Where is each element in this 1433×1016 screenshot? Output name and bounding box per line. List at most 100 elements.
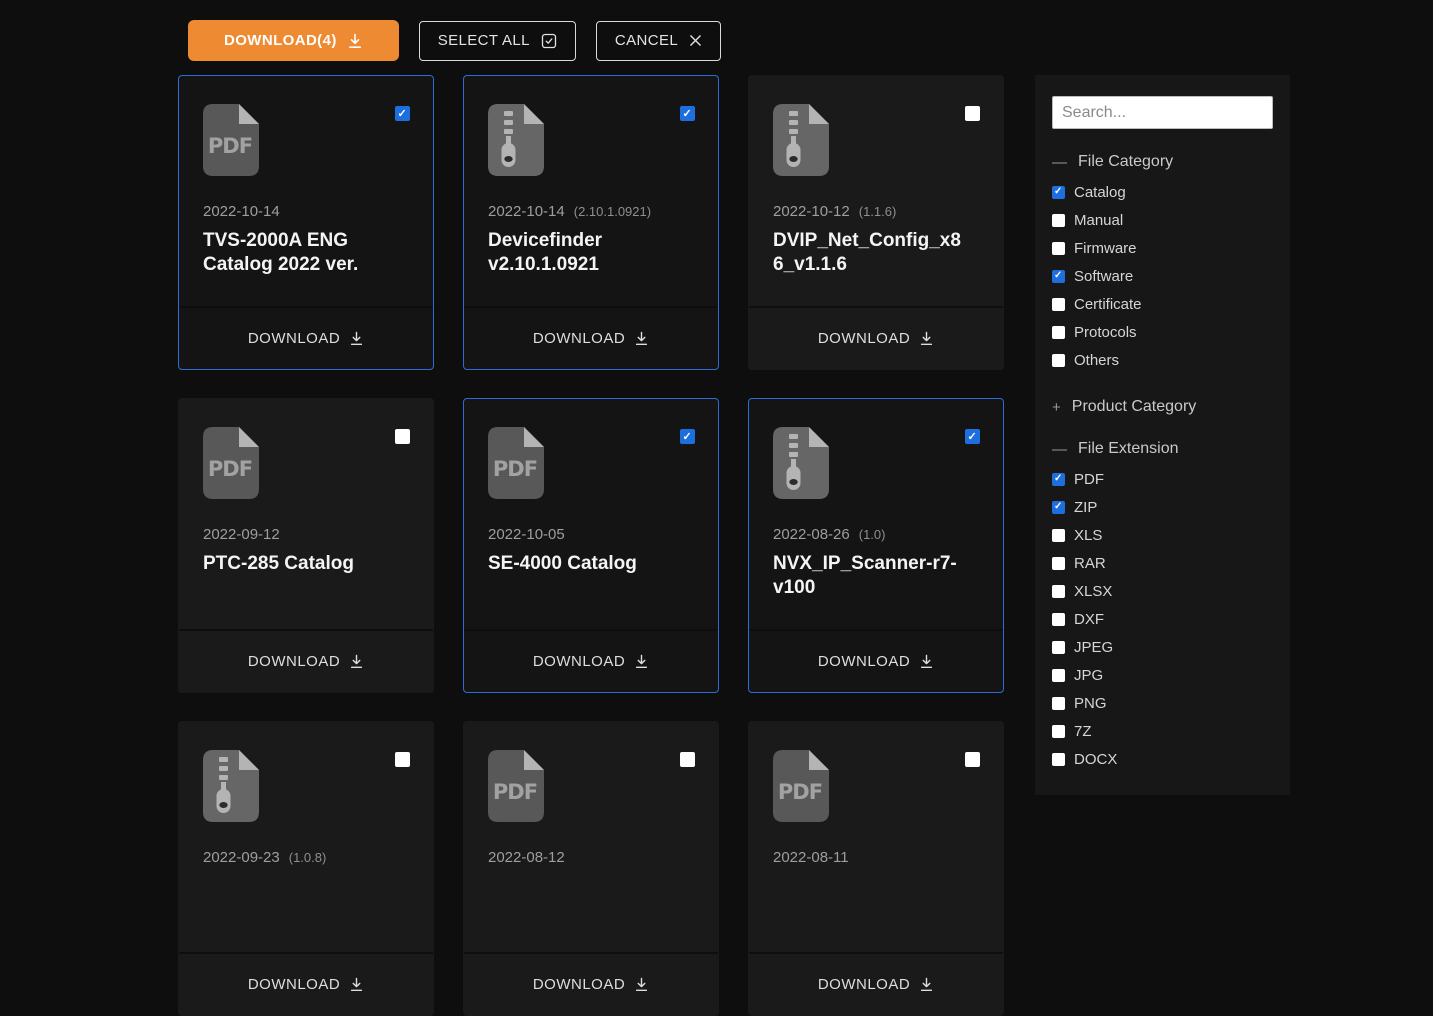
card-select-checkbox[interactable] <box>395 429 410 444</box>
filter-option[interactable]: Manual <box>1052 206 1273 234</box>
filter-option[interactable]: XLSX <box>1052 577 1273 605</box>
filter-checkbox[interactable] <box>1052 270 1065 283</box>
filter-option[interactable]: Others <box>1052 346 1273 374</box>
file-card: PDF 2022-09-12 <box>178 398 434 693</box>
file-date: 2022-10-12 <box>773 203 850 220</box>
filter-checkbox[interactable] <box>1052 557 1065 570</box>
card-download-button[interactable]: DOWNLOAD <box>749 629 1003 692</box>
download-icon <box>919 977 934 992</box>
card-download-button[interactable]: DOWNLOAD <box>464 306 718 369</box>
file-date: 2022-09-12 <box>203 526 280 543</box>
card-select-checkbox[interactable] <box>680 429 695 444</box>
file-date: 2022-08-26 <box>773 526 850 543</box>
file-card: PDF 2022-10-14 ( <box>463 75 719 370</box>
filter-option[interactable]: JPG <box>1052 661 1273 689</box>
card-select-checkbox[interactable] <box>395 752 410 767</box>
card-download-label: DOWNLOAD <box>818 976 910 993</box>
file-extension-header[interactable]: — File Extension <box>1052 440 1273 458</box>
filter-checkbox[interactable] <box>1052 585 1065 598</box>
download-selected-label: DOWNLOAD(4) <box>224 32 337 49</box>
filter-option[interactable]: Protocols <box>1052 318 1273 346</box>
filter-option[interactable]: DXF <box>1052 605 1273 633</box>
svg-text:PDF: PDF <box>208 457 252 481</box>
filter-sidebar: — File Category Catalog Manual Firmware <box>1035 75 1290 795</box>
file-card-body[interactable]: PDF 2022-10-14 ( <box>464 76 718 306</box>
file-card-body[interactable]: PDF 2022-10-12 ( <box>749 76 1003 306</box>
download-icon <box>634 331 649 346</box>
search-input[interactable] <box>1052 96 1273 129</box>
filter-checkbox[interactable] <box>1052 501 1065 514</box>
file-type-icon: PDF <box>203 750 259 822</box>
card-download-button[interactable]: DOWNLOAD <box>179 952 433 1015</box>
file-extension-section: — File Extension PDF ZIP XLS <box>1052 440 1273 773</box>
card-download-button[interactable]: DOWNLOAD <box>749 306 1003 369</box>
download-selected-button[interactable]: DOWNLOAD(4) <box>188 20 399 61</box>
filter-checkbox[interactable] <box>1052 186 1065 199</box>
filter-checkbox[interactable] <box>1052 697 1065 710</box>
card-select-checkbox[interactable] <box>395 106 410 121</box>
cancel-label: CANCEL <box>615 32 678 49</box>
file-date: 2022-10-05 <box>488 526 565 543</box>
file-category-header[interactable]: — File Category <box>1052 153 1273 171</box>
filter-checkbox[interactable] <box>1052 214 1065 227</box>
section-title: File Category <box>1078 153 1173 171</box>
filter-checkbox[interactable] <box>1052 753 1065 766</box>
filter-checkbox[interactable] <box>1052 242 1065 255</box>
filter-option[interactable]: Catalog <box>1052 178 1273 206</box>
filter-option[interactable]: DOCX <box>1052 745 1273 773</box>
filter-label: Firmware <box>1074 240 1137 257</box>
collapse-minus-icon: — <box>1052 441 1067 458</box>
filter-option[interactable]: ZIP <box>1052 493 1273 521</box>
file-card-body[interactable]: PDF 2022-08-11 <box>749 722 1003 952</box>
section-title: Product Category <box>1072 398 1197 416</box>
filter-label: DXF <box>1074 611 1104 628</box>
filter-option[interactable]: XLS <box>1052 521 1273 549</box>
filter-checkbox[interactable] <box>1052 641 1065 654</box>
filter-option[interactable]: Software <box>1052 262 1273 290</box>
filter-checkbox[interactable] <box>1052 613 1065 626</box>
svg-text:PDF: PDF <box>208 134 252 158</box>
file-card-grid: PDF 2022-10-14 <box>178 75 1004 1016</box>
filter-option[interactable]: JPEG <box>1052 633 1273 661</box>
card-select-checkbox[interactable] <box>965 429 980 444</box>
filter-checkbox[interactable] <box>1052 298 1065 311</box>
zip-file-icon <box>488 104 544 176</box>
filter-label: PDF <box>1074 471 1104 488</box>
filter-option[interactable]: Certificate <box>1052 290 1273 318</box>
filter-option[interactable]: 7Z <box>1052 717 1273 745</box>
filter-checkbox[interactable] <box>1052 529 1065 542</box>
card-select-checkbox[interactable] <box>965 106 980 121</box>
product-category-header[interactable]: + Product Category <box>1052 398 1273 416</box>
file-card-body[interactable]: PDF 2022-09-23 ( <box>179 722 433 952</box>
filter-option[interactable]: Firmware <box>1052 234 1273 262</box>
cancel-button[interactable]: CANCEL <box>596 21 721 61</box>
filter-checkbox[interactable] <box>1052 669 1065 682</box>
filter-checkbox[interactable] <box>1052 473 1065 486</box>
select-all-button[interactable]: SELECT ALL <box>419 21 576 61</box>
pdf-file-icon: PDF <box>773 750 829 822</box>
file-card-body[interactable]: PDF 2022-08-12 <box>464 722 718 952</box>
card-download-button[interactable]: DOWNLOAD <box>464 629 718 692</box>
card-select-checkbox[interactable] <box>680 106 695 121</box>
filter-option[interactable]: PNG <box>1052 689 1273 717</box>
file-card-body[interactable]: PDF 2022-10-05 <box>464 399 718 629</box>
file-card-body[interactable]: PDF 2022-09-12 <box>179 399 433 629</box>
file-date-row: 2022-08-12 <box>488 849 694 866</box>
filter-option[interactable]: RAR <box>1052 549 1273 577</box>
filter-label: XLSX <box>1074 583 1112 600</box>
filter-option[interactable]: PDF <box>1052 465 1273 493</box>
filter-checkbox[interactable] <box>1052 725 1065 738</box>
filter-label: PNG <box>1074 695 1107 712</box>
card-download-button[interactable]: DOWNLOAD <box>179 629 433 692</box>
filter-checkbox[interactable] <box>1052 354 1065 367</box>
filter-checkbox[interactable] <box>1052 326 1065 339</box>
file-card-body[interactable]: PDF 2022-10-14 <box>179 76 433 306</box>
file-card-body[interactable]: PDF 2022-08-26 ( <box>749 399 1003 629</box>
card-download-button[interactable]: DOWNLOAD <box>179 306 433 369</box>
file-date-row: 2022-08-26 (1.0) <box>773 526 979 543</box>
card-select-checkbox[interactable] <box>965 752 980 767</box>
card-select-checkbox[interactable] <box>680 752 695 767</box>
card-download-button[interactable]: DOWNLOAD <box>749 952 1003 1015</box>
card-download-button[interactable]: DOWNLOAD <box>464 952 718 1015</box>
file-date: 2022-10-14 <box>488 203 565 220</box>
